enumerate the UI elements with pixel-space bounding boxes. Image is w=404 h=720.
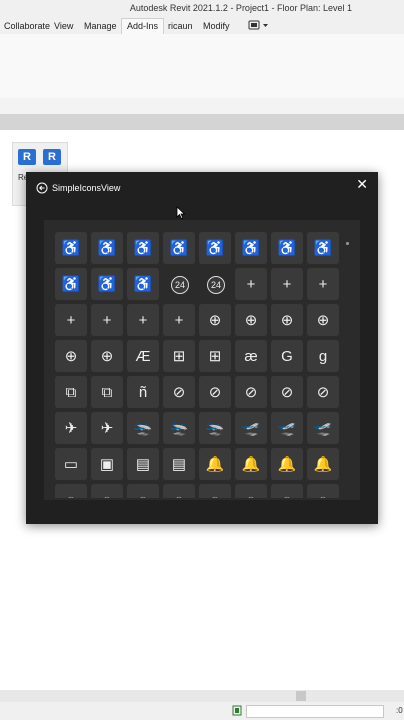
revit-addin-button-2[interactable]: R xyxy=(43,149,61,165)
airplane-icon[interactable]: ✈ xyxy=(91,412,123,444)
alert-off-icon[interactable]: ◌ xyxy=(271,484,303,498)
add-square-icon[interactable]: ⊞ xyxy=(199,340,231,372)
airplane-take-off-icon[interactable]: 🛫 xyxy=(235,412,267,444)
accessibility-icon[interactable]: ♿ xyxy=(199,232,231,264)
tab-ricaun[interactable]: ricaun xyxy=(164,20,197,32)
add-circle-icon[interactable]: ⊕ xyxy=(91,340,123,372)
add-icon[interactable]: + xyxy=(307,268,339,300)
panel-switch-icon xyxy=(248,20,268,30)
alert-off-icon[interactable]: ◌ xyxy=(235,484,267,498)
alert-icon[interactable]: 🔔 xyxy=(235,448,267,480)
access-time-icon[interactable]: 24 xyxy=(171,276,189,294)
add-circle-icon[interactable]: ⊕ xyxy=(307,304,339,336)
add-circle-icon[interactable]: ⊕ xyxy=(55,340,87,372)
status-zoom-label: :0 xyxy=(396,706,403,715)
view-tab-strip xyxy=(0,114,404,130)
alert-off-icon[interactable]: ◌ xyxy=(199,484,231,498)
horizontal-scrollbar[interactable] xyxy=(0,690,404,702)
title-bar: Autodesk Revit 2021.1.2 - Project1 - Flo… xyxy=(0,0,404,18)
tab-view[interactable]: View xyxy=(50,20,77,32)
revit-addin-button[interactable]: R xyxy=(18,149,36,165)
add-icon[interactable]: + xyxy=(271,268,303,300)
dialog-title: SimpleIconsView xyxy=(52,183,121,193)
panel-switch-button[interactable] xyxy=(244,19,274,34)
alert-badge-icon[interactable]: ◌ xyxy=(127,484,159,498)
add-letter-ae-icon[interactable]: Æ xyxy=(127,340,159,372)
add-square-multiple-icon[interactable]: ⧉ xyxy=(55,376,87,408)
airplane-take-off-icon[interactable]: 🛫 xyxy=(307,412,339,444)
add-square-multiple-icon[interactable]: ⧉ xyxy=(91,376,123,408)
airplane-take-off-icon[interactable]: 🛫 xyxy=(271,412,303,444)
accessibility-icon[interactable]: ♿ xyxy=(163,232,195,264)
airplane-landing-icon[interactable]: 🛬 xyxy=(127,412,159,444)
add-icon[interactable]: + xyxy=(55,304,87,336)
alert-off-icon[interactable]: ◌ xyxy=(307,484,339,498)
add-letter-n-icon[interactable]: ñ xyxy=(127,376,159,408)
icon-grid-panel: ♿ ♿ ♿ ♿ ♿ ♿ ♿ ♿ ♿ ♿ ♿ 24 24 + + + + + + + ⊕ ⊕ ⊕ ⊕ ⊕ ⊕ Æ ⊞ ⊞ æ Gg ⧉ ⧉ ñ ⊘ ⊘ ⊘… xyxy=(44,220,360,500)
add-icon[interactable]: + xyxy=(235,268,267,300)
airplane-landing-icon[interactable]: 🛬 xyxy=(199,412,231,444)
alert-badge-icon[interactable]: ◌ xyxy=(55,484,87,498)
ribbon-tabs: Collaborate View Manage Add-Ins ricaun M… xyxy=(0,18,404,34)
add-circle-icon[interactable]: ⊕ xyxy=(271,304,303,336)
tab-collaborate[interactable]: Collaborate xyxy=(0,20,54,32)
add-subtract-circle-icon[interactable]: ⊘ xyxy=(199,376,231,408)
add-letter-g-icon[interactable]: G xyxy=(271,340,303,372)
access-time-icon[interactable]: 24 xyxy=(207,276,225,294)
airplane-landing-icon[interactable]: 🛬 xyxy=(163,412,195,444)
icon-grid[interactable]: ♿ ♿ ♿ ♿ ♿ ♿ ♿ ♿ ♿ ♿ ♿ 24 24 + + + + + + + ⊕ ⊕ ⊕ ⊕ ⊕ ⊕ Æ ⊞ ⊞ æ Gg ⧉ ⧉ ñ ⊘ ⊘ ⊘… xyxy=(55,232,341,498)
accessibility-icon[interactable]: ♿ xyxy=(127,232,159,264)
add-icon[interactable]: + xyxy=(127,304,159,336)
status-bar: :0 xyxy=(0,702,404,720)
alert-icon[interactable]: 🔔 xyxy=(307,448,339,480)
worksets-icon[interactable] xyxy=(232,705,242,716)
album-icon[interactable]: ▣ xyxy=(91,448,123,480)
alert-badge-icon[interactable]: ◌ xyxy=(163,484,195,498)
add-subtract-circle-icon[interactable]: ⊘ xyxy=(271,376,303,408)
add-letter-ae-icon[interactable]: æ xyxy=(235,340,267,372)
scroll-indicator[interactable] xyxy=(346,242,349,245)
scroll-thumb[interactable] xyxy=(296,691,306,701)
accessibility-checkmark-icon[interactable]: ♿ xyxy=(127,268,159,300)
ribbon-panel-footer xyxy=(0,98,404,115)
airplane-icon[interactable]: ✈ xyxy=(55,412,87,444)
add-icon[interactable]: + xyxy=(163,304,195,336)
add-square-icon[interactable]: ⊞ xyxy=(163,340,195,372)
accessibility-icon[interactable]: ♿ xyxy=(235,232,267,264)
ribbon-content xyxy=(0,34,404,99)
add-subtract-circle-icon[interactable]: ⊘ xyxy=(235,376,267,408)
add-icon[interactable]: + xyxy=(91,304,123,336)
add-subtract-circle-icon[interactable]: ⊘ xyxy=(307,376,339,408)
accessibility-checkmark-icon[interactable]: ♿ xyxy=(55,268,87,300)
tab-add-ins[interactable]: Add-Ins xyxy=(121,18,165,34)
tab-modify[interactable]: Modify xyxy=(199,20,234,32)
status-selector[interactable] xyxy=(246,705,384,718)
alert-icon[interactable]: 🔔 xyxy=(199,448,231,480)
add-subtract-circle-icon[interactable]: ⊘ xyxy=(163,376,195,408)
album-add-icon[interactable]: ▤ xyxy=(163,448,195,480)
mouse-cursor-icon xyxy=(176,206,186,220)
tab-manage[interactable]: Manage xyxy=(80,20,121,32)
alert-badge-icon[interactable]: ◌ xyxy=(91,484,123,498)
add-circle-icon[interactable]: ⊕ xyxy=(199,304,231,336)
add-circle-icon[interactable]: ⊕ xyxy=(235,304,267,336)
album-icon[interactable]: ▭ xyxy=(55,448,87,480)
accessibility-checkmark-icon[interactable]: ♿ xyxy=(271,232,303,264)
window-title: Autodesk Revit 2021.1.2 - Project1 - Flo… xyxy=(129,3,352,13)
back-arrow-icon[interactable] xyxy=(36,182,48,194)
accessibility-checkmark-icon[interactable]: ♿ xyxy=(307,232,339,264)
add-letter-g-icon[interactable]: g xyxy=(307,340,339,372)
close-icon[interactable]: ✕ xyxy=(356,176,368,193)
alert-icon[interactable]: 🔔 xyxy=(271,448,303,480)
accessibility-checkmark-icon[interactable]: ♿ xyxy=(91,268,123,300)
simple-icons-dialog: SimpleIconsView ✕ ♿ ♿ ♿ ♿ ♿ ♿ ♿ ♿ ♿ ♿ ♿ 24 24 + + + + + + +… xyxy=(26,172,378,524)
album-add-icon[interactable]: ▤ xyxy=(127,448,159,480)
accessibility-icon[interactable]: ♿ xyxy=(55,232,87,264)
accessibility-icon[interactable]: ♿ xyxy=(91,232,123,264)
